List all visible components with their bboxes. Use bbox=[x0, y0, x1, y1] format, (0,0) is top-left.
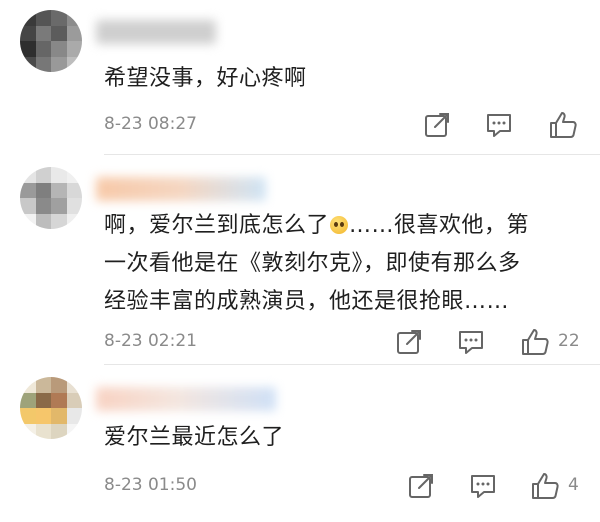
comment-icon[interactable] bbox=[484, 110, 514, 140]
comment-date: 8-23 02:21 bbox=[104, 331, 197, 351]
comment-text: 希望没事，好心疼啊 bbox=[104, 66, 307, 91]
avatar[interactable] bbox=[20, 167, 82, 229]
avatar[interactable] bbox=[20, 10, 82, 72]
like-icon[interactable] bbox=[520, 327, 550, 357]
username-blurred[interactable] bbox=[96, 177, 266, 201]
comment-text: 啊，爱尔兰到底怎么了 ……很喜欢他，第 一次看他是在《敦刻尔克》，即使有那么多 经… bbox=[104, 213, 530, 314]
comment-item: 爱尔兰最近怎么了 8-23 01:50 4 bbox=[0, 365, 600, 522]
comment-icon[interactable] bbox=[456, 327, 486, 357]
like-count: 4 bbox=[568, 475, 579, 495]
comment-item: 希望没事，好心疼啊 8-23 08:27 bbox=[0, 0, 600, 155]
comment-item: 啊，爱尔兰到底怎么了 ……很喜欢他，第 一次看他是在《敦刻尔克》，即使有那么多 经… bbox=[0, 155, 600, 365]
comment-meta: 8-23 01:50 4 bbox=[104, 471, 584, 501]
like-icon[interactable] bbox=[548, 110, 578, 140]
comment-icon[interactable] bbox=[468, 471, 498, 501]
share-icon[interactable] bbox=[406, 471, 436, 501]
pleading-face-emoji-icon bbox=[330, 216, 349, 234]
like-count: 22 bbox=[558, 331, 580, 351]
like-icon[interactable] bbox=[530, 471, 560, 501]
comment-date: 8-23 01:50 bbox=[104, 475, 197, 495]
comment-date: 8-23 08:27 bbox=[104, 114, 197, 134]
username-blurred[interactable] bbox=[96, 20, 216, 44]
comment-feed: 希望没事，好心疼啊 8-23 08:27 啊，爱尔兰到底怎么了 ……很喜欢他，第… bbox=[0, 0, 600, 522]
username-blurred[interactable] bbox=[96, 387, 276, 411]
comment-text: 爱尔兰最近怎么了 bbox=[104, 425, 285, 450]
comment-meta: 8-23 08:27 bbox=[104, 110, 584, 140]
comment-meta: 8-23 02:21 22 bbox=[104, 327, 584, 357]
share-icon[interactable] bbox=[422, 110, 452, 140]
share-icon[interactable] bbox=[394, 327, 424, 357]
avatar[interactable] bbox=[20, 377, 82, 439]
